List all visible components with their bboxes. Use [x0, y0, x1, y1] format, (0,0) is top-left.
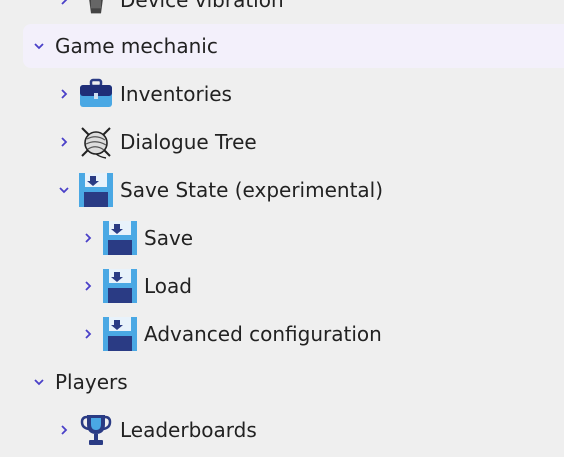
tree-item-label: Dialogue Tree — [120, 130, 257, 154]
floppy-disk-icon — [102, 268, 138, 304]
tree-item-label: Device vibration — [120, 0, 284, 12]
chevron-right-icon[interactable] — [80, 326, 96, 342]
chevron-down-icon[interactable] — [56, 182, 72, 198]
tree-item-label: Load — [144, 274, 192, 298]
chevron-down-icon[interactable] — [31, 38, 47, 54]
chevron-right-icon[interactable] — [56, 134, 72, 150]
chevron-right-icon[interactable] — [80, 278, 96, 294]
tree-item-advanced-configuration[interactable]: Advanced configuration — [80, 312, 382, 356]
tree-item-label: Save State (experimental) — [120, 178, 384, 202]
tree-item-label: Save — [144, 226, 194, 250]
trophy-icon — [78, 412, 114, 448]
chevron-down-icon[interactable] — [31, 374, 47, 390]
floppy-disk-icon — [78, 172, 114, 208]
tree-item-players[interactable]: Players — [31, 360, 128, 404]
tree-item-label: Advanced configuration — [144, 322, 382, 346]
tree-item-game-mechanic[interactable]: Game mechanic — [23, 24, 564, 68]
tree-item-load[interactable]: Load — [80, 264, 192, 308]
floppy-disk-icon — [102, 220, 138, 256]
tree-item-dialogue-tree[interactable]: Dialogue Tree — [56, 120, 257, 164]
tree-item-leaderboards[interactable]: Leaderboards — [56, 408, 257, 452]
phone-vibration-icon — [78, 0, 114, 18]
tree-item-label: Players — [55, 370, 128, 394]
tree-item-label: Leaderboards — [120, 418, 257, 442]
tree-item-save[interactable]: Save — [80, 216, 193, 260]
extension-tree: Device vibration Game mechanic Inventori… — [0, 0, 564, 457]
tree-item-label: Inventories — [120, 82, 232, 106]
tree-item-device-vibration[interactable]: Device vibration — [56, 0, 284, 22]
tree-item-label: Game mechanic — [55, 34, 218, 58]
tree-item-inventories[interactable]: Inventories — [56, 72, 232, 116]
chevron-right-icon[interactable] — [56, 0, 72, 8]
floppy-disk-icon — [102, 316, 138, 352]
chevron-right-icon[interactable] — [56, 86, 72, 102]
chevron-right-icon[interactable] — [56, 422, 72, 438]
chevron-right-icon[interactable] — [80, 230, 96, 246]
yarn-ball-icon — [78, 124, 114, 160]
tree-item-save-state[interactable]: Save State (experimental) — [56, 168, 383, 212]
briefcase-icon — [78, 76, 114, 112]
